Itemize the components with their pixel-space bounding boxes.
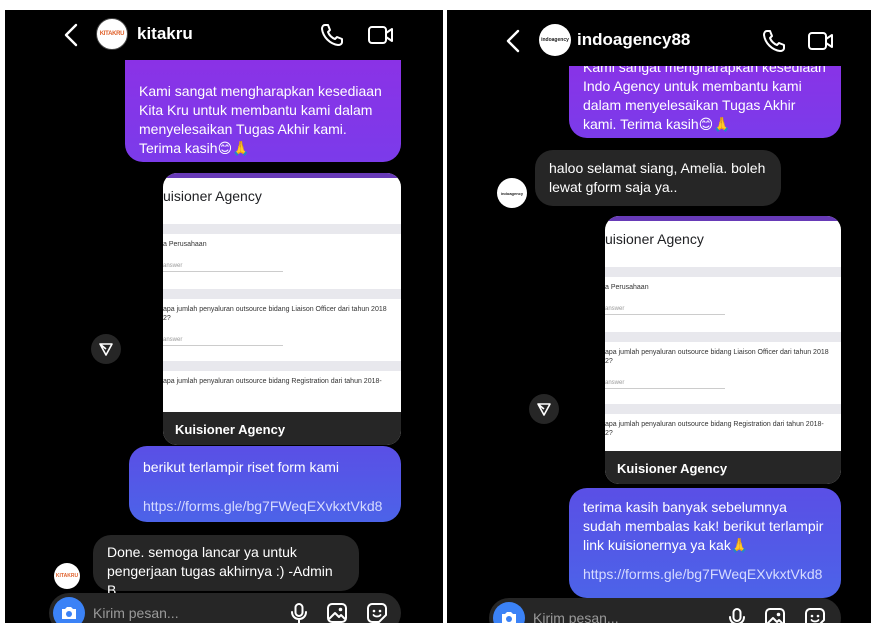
- back-chevron-icon[interactable]: [503, 28, 525, 54]
- message-composer[interactable]: Kirim pesan...: [489, 598, 841, 623]
- sent-message-intro[interactable]: Kami sangat mengharapkan kesediaan Kita …: [125, 58, 401, 162]
- chat-header: indoagency indoagency88: [447, 10, 871, 66]
- chat-header: KITAKRU kitakru: [5, 10, 443, 60]
- message-input[interactable]: Kirim pesan...: [533, 610, 619, 623]
- form-divider: [163, 289, 401, 299]
- form-divider: [605, 404, 841, 414]
- form-link[interactable]: https://forms.gle/bg7FWeqEXvkxtVkd8: [583, 565, 827, 584]
- avatar-logo-text: indoagency: [541, 37, 569, 43]
- share-icon: [99, 343, 113, 356]
- shared-form-card[interactable]: uisioner Agency a Perusahaan answer apa …: [163, 173, 401, 445]
- contact-avatar[interactable]: KITAKRU: [54, 563, 80, 589]
- message-text: berikut terlampir riset form kami: [143, 459, 340, 475]
- camera-button[interactable]: [53, 597, 85, 623]
- form-title: uisioner Agency: [605, 231, 704, 247]
- avatar[interactable]: indoagency: [539, 24, 571, 56]
- video-icon[interactable]: [807, 28, 835, 54]
- form-card-footer: Kuisioner Agency: [163, 412, 401, 445]
- form-question: apa jumlah penyaluran outsource bidang R…: [605, 421, 824, 437]
- form-question: apa jumlah penyaluran outsource bidang L…: [605, 349, 829, 365]
- message-input[interactable]: Kirim pesan...: [93, 605, 179, 621]
- contact-avatar[interactable]: indoagency: [497, 178, 527, 208]
- form-question: apa jumlah penyaluran outsource bidang L…: [163, 306, 387, 322]
- message-text: terima kasih banyak sebelumnya sudah mem…: [583, 499, 824, 553]
- chat-username[interactable]: kitakru: [137, 24, 193, 44]
- back-chevron-icon[interactable]: [61, 22, 83, 48]
- phone-icon[interactable]: [319, 22, 345, 48]
- video-icon[interactable]: [367, 22, 395, 48]
- message-text: Kami sangat mengharapkan kesediaan Kita …: [139, 83, 382, 156]
- avatar-logo-text: KITAKRU: [55, 573, 79, 579]
- message-text: Done. semoga lancar ya untuk pengerjaan …: [107, 544, 333, 598]
- microphone-icon[interactable]: [287, 601, 311, 623]
- avatar[interactable]: KITAKRU: [96, 18, 128, 50]
- received-message[interactable]: haloo selamat siang, Amelia. boleh lewat…: [535, 150, 781, 206]
- avatar-logo-text: indoagency: [500, 190, 524, 196]
- form-question: a Perusahaan: [605, 284, 649, 291]
- avatar-logo-text: KITAKRU: [99, 31, 125, 37]
- form-divider: [605, 267, 841, 277]
- gallery-icon[interactable]: [763, 606, 787, 623]
- microphone-icon[interactable]: [725, 606, 749, 623]
- form-question: a Perusahaan: [163, 241, 207, 248]
- message-composer[interactable]: Kirim pesan...: [49, 593, 401, 623]
- share-button[interactable]: [529, 394, 559, 424]
- chat-screen-indoagency88: indoagency indoagency88 Kami sangat meng…: [447, 10, 871, 623]
- form-card-footer: Kuisioner Agency: [605, 451, 841, 484]
- form-answer-field: answer: [163, 263, 283, 272]
- sticker-icon[interactable]: [803, 606, 827, 623]
- sticker-icon[interactable]: [365, 601, 389, 623]
- chat-username[interactable]: indoagency88: [577, 30, 690, 50]
- form-divider: [163, 361, 401, 371]
- chat-screen-kitakru: KITAKRU kitakru Kami sangat mengharapkan…: [5, 10, 443, 623]
- form-link[interactable]: https://forms.gle/bg7FWeqEXvkxtVkd8: [143, 497, 387, 516]
- camera-button[interactable]: [493, 602, 525, 623]
- phone-icon[interactable]: [761, 28, 787, 54]
- camera-icon: [62, 607, 76, 619]
- gallery-icon[interactable]: [325, 601, 349, 623]
- share-button[interactable]: [91, 334, 121, 364]
- shared-form-card[interactable]: uisioner Agency a Perusahaan answer apa …: [605, 216, 841, 484]
- form-title: uisioner Agency: [163, 188, 262, 204]
- share-icon: [537, 403, 551, 416]
- screenshot-collage: KITAKRU kitakru Kami sangat mengharapkan…: [0, 0, 873, 623]
- camera-icon: [502, 612, 516, 623]
- form-question: apa jumlah penyaluran outsource bidang R…: [163, 378, 382, 385]
- message-text: haloo selamat siang, Amelia. boleh lewat…: [549, 160, 766, 195]
- form-answer-field: answer: [605, 306, 725, 315]
- message-text: Kami sangat mengharapkan kesediaan Indo …: [583, 59, 826, 132]
- received-message[interactable]: Done. semoga lancar ya untuk pengerjaan …: [93, 535, 359, 598]
- form-answer-field: answer: [163, 337, 283, 346]
- sent-message-link[interactable]: berikut terlampir riset form kami https:…: [129, 446, 401, 522]
- form-divider: [605, 332, 841, 342]
- form-divider: [163, 224, 401, 234]
- sent-message-link[interactable]: terima kasih banyak sebelumnya sudah mem…: [569, 488, 841, 598]
- form-answer-field: answer: [605, 380, 725, 389]
